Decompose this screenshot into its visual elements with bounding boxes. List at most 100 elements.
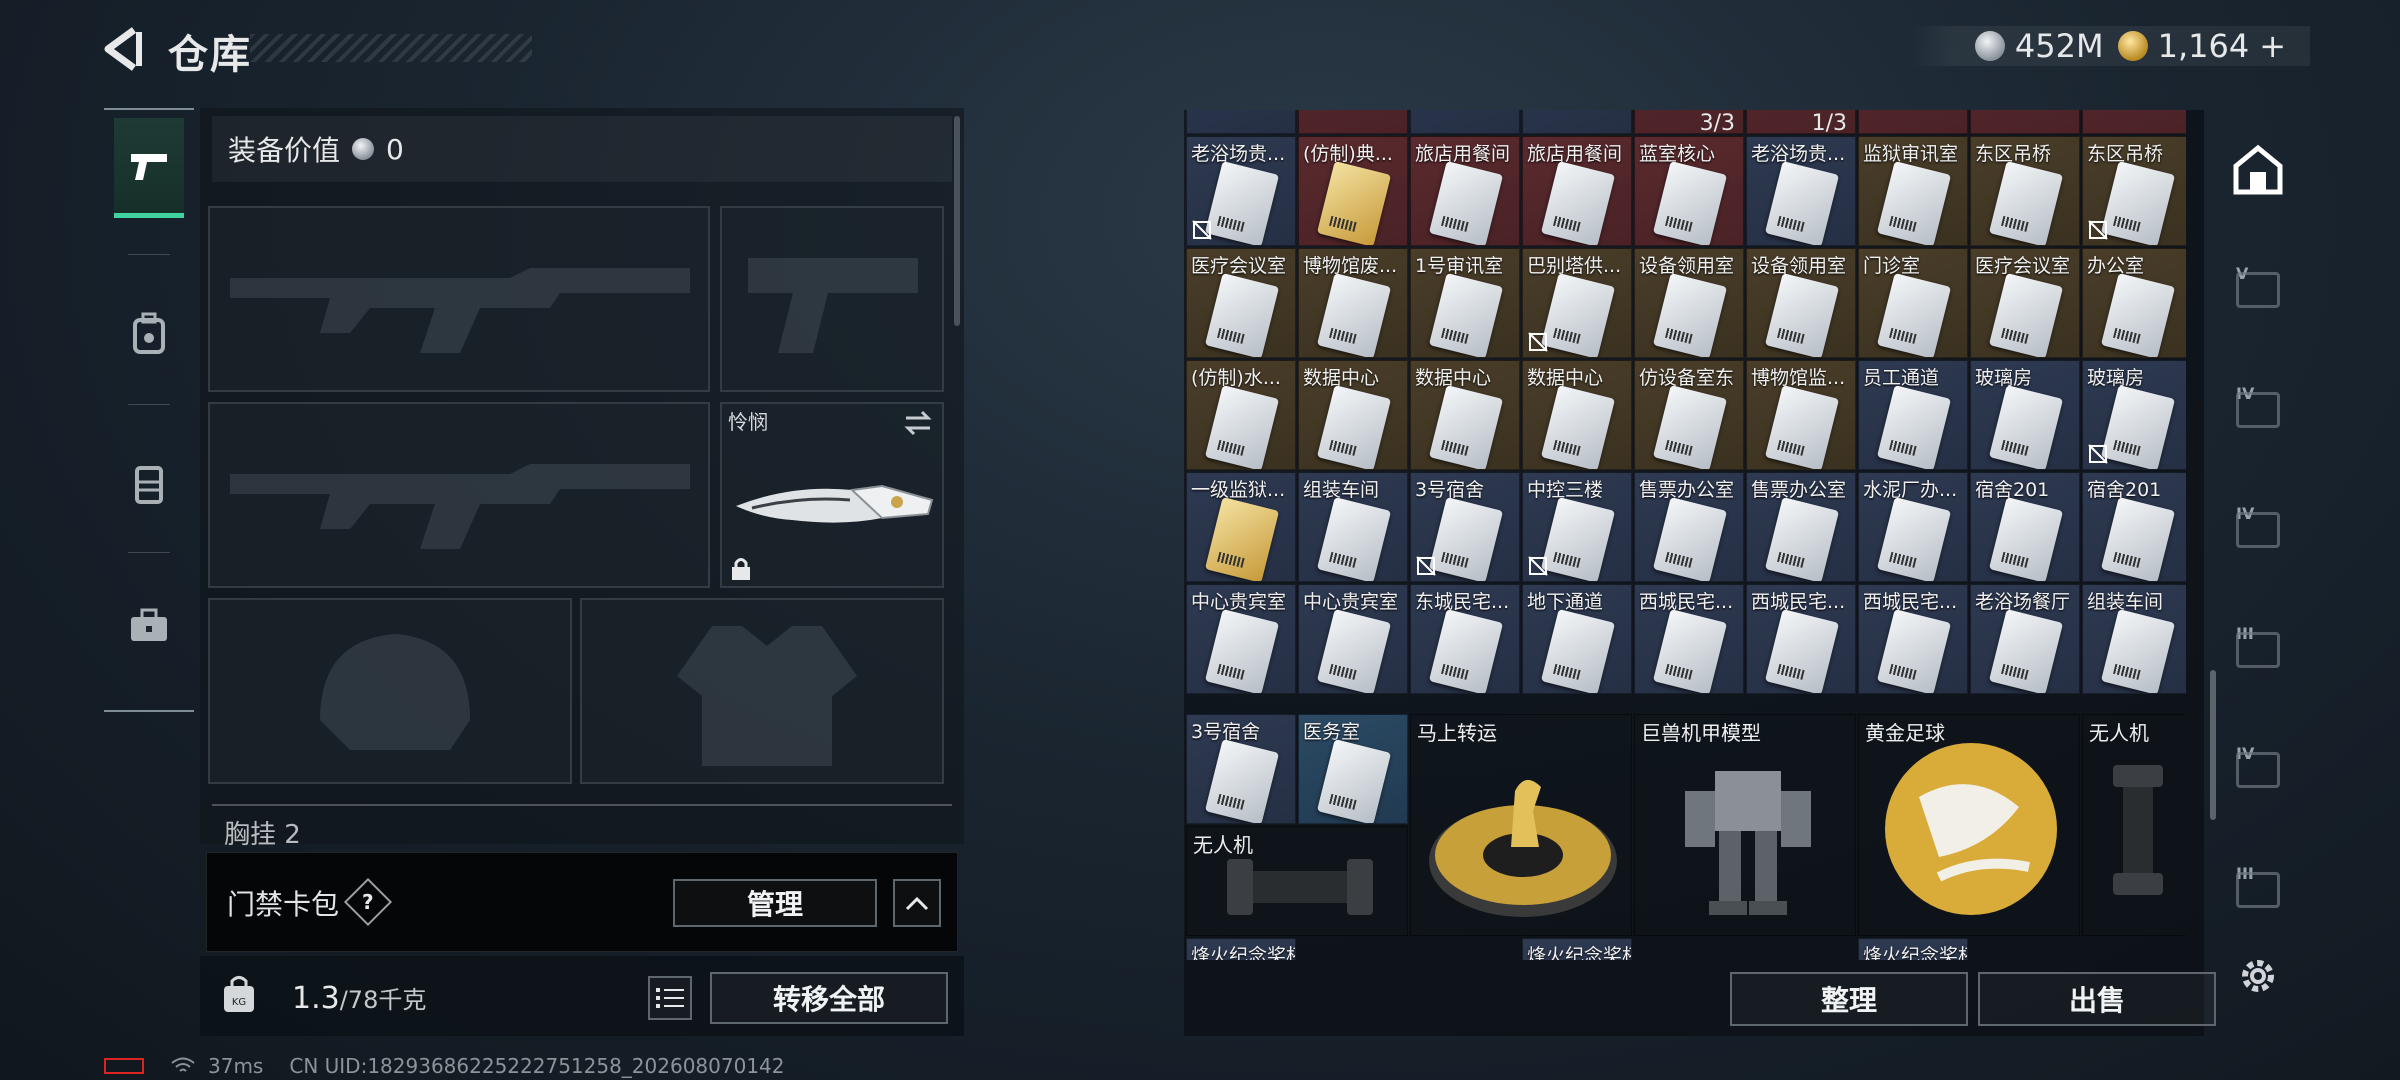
stash-item[interactable]: 烽火纪念奖杯 — [1858, 938, 1968, 960]
access-card-item[interactable]: 办公室 — [2082, 248, 2186, 358]
access-card-item[interactable]: 东城民宅... — [1410, 584, 1520, 694]
access-card-item[interactable]: 设备领用室 — [1746, 248, 1856, 358]
stash-item[interactable] — [1970, 110, 2080, 134]
access-card-item[interactable]: 3号宿舍 — [1410, 472, 1520, 582]
access-card-item[interactable]: 设备领用室 — [1634, 248, 1744, 358]
access-card-item[interactable]: 旅店用餐间 — [1410, 136, 1520, 246]
access-card-item[interactable]: 数据中心 — [1410, 360, 1520, 470]
access-card-item[interactable]: 仿设备室东 — [1634, 360, 1744, 470]
item-name: 老浴场餐厅 — [1975, 591, 2071, 613]
stash-page-tab[interactable]: IV — [2228, 740, 2288, 800]
access-card-item[interactable]: (仿制)典... — [1298, 136, 1408, 246]
access-card-item[interactable]: 员工通道 — [1858, 360, 1968, 470]
access-card-item[interactable]: 售票办公室 — [1634, 472, 1744, 582]
access-card-item[interactable]: 中控三楼 — [1522, 472, 1632, 582]
access-card-item[interactable]: 东区吊桥 — [2082, 136, 2186, 246]
stash-item[interactable] — [1186, 110, 1296, 134]
add-currency-button[interactable]: + — [2259, 27, 2286, 65]
access-card-item[interactable]: 医疗会议室 — [1970, 248, 2080, 358]
pistol-slot[interactable] — [720, 206, 944, 392]
access-card-item[interactable]: 玻璃房 — [1970, 360, 2080, 470]
stash-page-tab[interactable]: IV — [2228, 380, 2288, 440]
access-card-item[interactable]: 老浴场餐厅 — [1970, 584, 2080, 694]
silver-amount: 452M — [2014, 27, 2104, 65]
helmet-slot[interactable] — [208, 598, 572, 784]
manage-button[interactable]: 管理 — [673, 879, 877, 927]
access-card-item[interactable]: 西城民宅... — [1634, 584, 1744, 694]
armor-slot[interactable] — [580, 598, 944, 784]
access-card-item[interactable]: 西城民宅... — [1746, 584, 1856, 694]
melee-slot[interactable]: 怜悯 — [720, 402, 944, 588]
currency-bar[interactable]: 452M 1,164 + — [1910, 26, 2310, 66]
stash-page-tab[interactable]: III — [2228, 620, 2288, 680]
tab-weapons[interactable] — [114, 118, 184, 218]
tab-backpack[interactable] — [114, 284, 184, 384]
access-card-item[interactable]: 数据中心 — [1522, 360, 1632, 470]
access-card-item[interactable]: 老浴场贵... — [1186, 136, 1296, 246]
sort-button[interactable]: 整理 — [1730, 972, 1968, 1026]
collapse-button[interactable] — [893, 879, 941, 927]
equipment-scrollbar[interactable] — [954, 116, 960, 326]
access-card-item[interactable]: 监狱审讯室 — [1858, 136, 1968, 246]
stash-item[interactable] — [1298, 110, 1408, 134]
back-button[interactable] — [100, 26, 146, 72]
list-view-button[interactable] — [648, 976, 692, 1020]
access-card-item[interactable]: 水泥厂办... — [1858, 472, 1968, 582]
access-card-item[interactable]: 售票办公室 — [1746, 472, 1856, 582]
stash-item-large[interactable]: 巨兽机甲模型 — [1634, 714, 1856, 936]
access-card-item[interactable]: 中心贵宾室 — [1186, 584, 1296, 694]
tab-toolbox[interactable] — [114, 576, 184, 676]
stash-scrollbar[interactable] — [2210, 670, 2216, 820]
access-card-item[interactable]: 中心贵宾室 — [1298, 584, 1408, 694]
stash-page-tab[interactable]: IV — [2228, 500, 2288, 560]
access-card-item[interactable]: 1号审讯室 — [1410, 248, 1520, 358]
access-card-item[interactable]: 组装车间 — [2082, 584, 2186, 694]
help-icon[interactable]: ? — [343, 877, 393, 927]
access-card-item[interactable]: 医疗会议室 — [1186, 248, 1296, 358]
stash-page-tab[interactable]: V — [2228, 260, 2288, 320]
transfer-all-button[interactable]: 转移全部 — [710, 972, 948, 1024]
stash-item-large[interactable]: 无人机 — [2082, 714, 2186, 936]
access-card-item[interactable]: 东区吊桥 — [1970, 136, 2080, 246]
access-card-item[interactable]: 博物馆废... — [1298, 248, 1408, 358]
stash-item[interactable] — [1858, 110, 1968, 134]
pistol-silhouette-icon — [748, 258, 918, 353]
secondary-weapon-slot[interactable] — [208, 402, 710, 588]
stash-item[interactable]: 烽火纪念奖杯 — [1522, 938, 1632, 960]
access-card-icon — [1764, 161, 1840, 245]
stash-item[interactable] — [1410, 110, 1520, 134]
stash-item[interactable]: 烽火纪念奖杯 — [1186, 938, 1296, 960]
access-card-item[interactable]: 博物馆监... — [1746, 360, 1856, 470]
access-card-item[interactable]: 数据中心 — [1298, 360, 1408, 470]
access-card-item[interactable]: 宿舍201 — [2082, 472, 2186, 582]
settings-button[interactable] — [2228, 946, 2288, 1006]
access-card-item[interactable]: (仿制)水... — [1186, 360, 1296, 470]
access-card-item[interactable]: 旅店用餐间 — [1522, 136, 1632, 246]
stash-home-tab[interactable] — [2228, 140, 2288, 200]
stash-item[interactable] — [1522, 110, 1632, 134]
access-card-item[interactable]: 蓝室核心 — [1634, 136, 1744, 246]
tab-vest[interactable] — [114, 434, 184, 534]
stash-item-large[interactable]: 黄金足球 — [1858, 714, 2080, 936]
stash-item[interactable]: 医务室 — [1298, 714, 1408, 824]
rail-top-line — [104, 108, 194, 110]
access-card-item[interactable]: 组装车间 — [1298, 472, 1408, 582]
stash-page-tab[interactable]: III — [2228, 860, 2288, 920]
swap-icon[interactable] — [902, 410, 934, 436]
access-card-item[interactable]: 门诊室 — [1858, 248, 1968, 358]
stash-item[interactable]: 3号宿舍 — [1186, 714, 1296, 824]
stash-item-large[interactable]: 马上转运 — [1410, 714, 1632, 936]
access-card-item[interactable]: 玻璃房 — [2082, 360, 2186, 470]
stash-item[interactable] — [2082, 110, 2186, 134]
access-card-item[interactable]: 老浴场贵... — [1746, 136, 1856, 246]
primary-weapon-slot[interactable] — [208, 206, 710, 392]
stash-item[interactable]: 3/3 — [1634, 110, 1744, 134]
stash-item-large[interactable]: 无人机 — [1186, 826, 1408, 936]
sell-button[interactable]: 出售 — [1978, 972, 2216, 1026]
access-card-item[interactable]: 西城民宅... — [1858, 584, 1968, 694]
access-card-item[interactable]: 宿舍201 — [1970, 472, 2080, 582]
access-card-item[interactable]: 巴别塔供... — [1522, 248, 1632, 358]
access-card-item[interactable]: 地下通道 — [1522, 584, 1632, 694]
access-card-item[interactable]: 一级监狱... — [1186, 472, 1296, 582]
stash-item[interactable]: 1/3 — [1746, 110, 1856, 134]
